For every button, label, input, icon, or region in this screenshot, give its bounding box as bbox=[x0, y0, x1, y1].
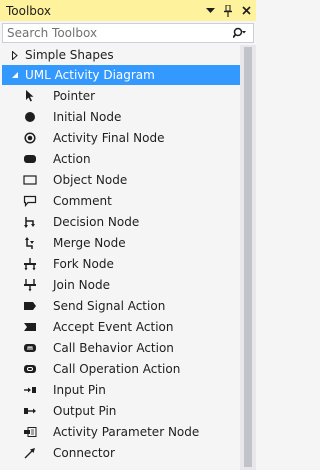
tool-activity-final-node[interactable]: Activity Final Node bbox=[0, 127, 236, 148]
tool-label: Accept Event Action bbox=[53, 319, 174, 334]
call-operation-action-icon bbox=[22, 361, 38, 377]
tool-label: Send Signal Action bbox=[53, 298, 166, 313]
tool-merge-node[interactable]: Merge Node bbox=[0, 232, 236, 253]
merge-node-icon bbox=[22, 235, 38, 251]
activity-final-node-icon bbox=[22, 130, 38, 146]
pin-icon[interactable] bbox=[220, 3, 236, 19]
tool-label: Action bbox=[53, 151, 91, 166]
tool-output-pin[interactable]: Output Pin bbox=[0, 400, 236, 421]
send-signal-action-icon bbox=[22, 298, 38, 314]
tool-call-operation-action[interactable]: Call Operation Action bbox=[0, 358, 236, 379]
input-pin-icon bbox=[22, 382, 38, 398]
search-input[interactable] bbox=[3, 25, 227, 41]
group-simple-shapes[interactable]: Simple Shapes bbox=[2, 45, 240, 65]
join-node-icon bbox=[22, 277, 38, 293]
window-title: Toolbox bbox=[6, 3, 51, 18]
object-node-icon bbox=[22, 172, 38, 188]
connector-icon bbox=[22, 445, 38, 461]
tool-label: Connector bbox=[53, 445, 115, 460]
tool-call-behavior-action[interactable]: Call Behavior Action bbox=[0, 337, 236, 358]
activity-parameter-node-icon bbox=[22, 424, 38, 440]
tool-initial-node[interactable]: Initial Node bbox=[0, 106, 236, 127]
tool-label: Call Behavior Action bbox=[53, 340, 174, 355]
pointer-icon bbox=[22, 88, 38, 104]
expanded-arrow-icon[interactable] bbox=[11, 71, 23, 79]
tool-decision-node[interactable]: Decision Node bbox=[0, 211, 236, 232]
tool-label: Fork Node bbox=[53, 256, 114, 271]
call-behavior-action-icon bbox=[22, 340, 38, 356]
tool-label: Pointer bbox=[53, 88, 96, 103]
tool-label: Activity Parameter Node bbox=[53, 424, 200, 439]
group-uml-activity-diagram[interactable]: UML Activity Diagram bbox=[2, 65, 240, 85]
scrollbar-thumb[interactable] bbox=[244, 47, 252, 467]
tool-connector[interactable]: Connector bbox=[0, 442, 236, 463]
tool-fork-node[interactable]: Fork Node bbox=[0, 253, 236, 274]
accept-event-action-icon bbox=[22, 319, 38, 335]
comment-icon bbox=[22, 193, 38, 209]
tool-action[interactable]: Action bbox=[0, 148, 236, 169]
action-icon bbox=[22, 151, 38, 167]
group-label: Simple Shapes bbox=[25, 48, 114, 62]
tool-label: Object Node bbox=[53, 172, 128, 187]
search-icon[interactable] bbox=[227, 24, 253, 42]
tool-label: Activity Final Node bbox=[53, 130, 165, 145]
tool-join-node[interactable]: Join Node bbox=[0, 274, 236, 295]
output-pin-icon bbox=[22, 403, 38, 419]
tool-label: Join Node bbox=[53, 277, 110, 292]
tool-label: Comment bbox=[53, 193, 112, 208]
tool-input-pin[interactable]: Input Pin bbox=[0, 379, 236, 400]
toolbox-title-bar: Toolbox bbox=[0, 0, 256, 21]
toolbox-list: Simple Shapes UML Activity Diagram Point… bbox=[0, 45, 256, 470]
tool-label: Output Pin bbox=[53, 403, 117, 418]
tool-comment[interactable]: Comment bbox=[0, 190, 236, 211]
dropdown-icon[interactable] bbox=[202, 3, 218, 19]
collapsed-arrow-icon[interactable] bbox=[11, 50, 23, 60]
tool-accept-event-action[interactable]: Accept Event Action bbox=[0, 316, 236, 337]
initial-node-icon bbox=[22, 109, 38, 125]
decision-node-icon bbox=[22, 214, 38, 230]
tool-object-node[interactable]: Object Node bbox=[0, 169, 236, 190]
tool-label: Call Operation Action bbox=[53, 361, 181, 376]
tool-label: Merge Node bbox=[53, 235, 126, 250]
tool-label: Decision Node bbox=[53, 214, 140, 229]
tool-label: Input Pin bbox=[53, 382, 106, 397]
fork-node-icon bbox=[22, 256, 38, 272]
tool-send-signal-action[interactable]: Send Signal Action bbox=[0, 295, 236, 316]
tool-activity-parameter-node[interactable]: Activity Parameter Node bbox=[0, 421, 236, 442]
group-label: UML Activity Diagram bbox=[25, 68, 155, 82]
close-icon[interactable] bbox=[238, 3, 254, 19]
tool-label: Initial Node bbox=[53, 109, 122, 124]
vertical-scrollbar[interactable] bbox=[240, 45, 256, 470]
search-box bbox=[2, 23, 254, 43]
tool-pointer[interactable]: Pointer bbox=[0, 85, 236, 106]
